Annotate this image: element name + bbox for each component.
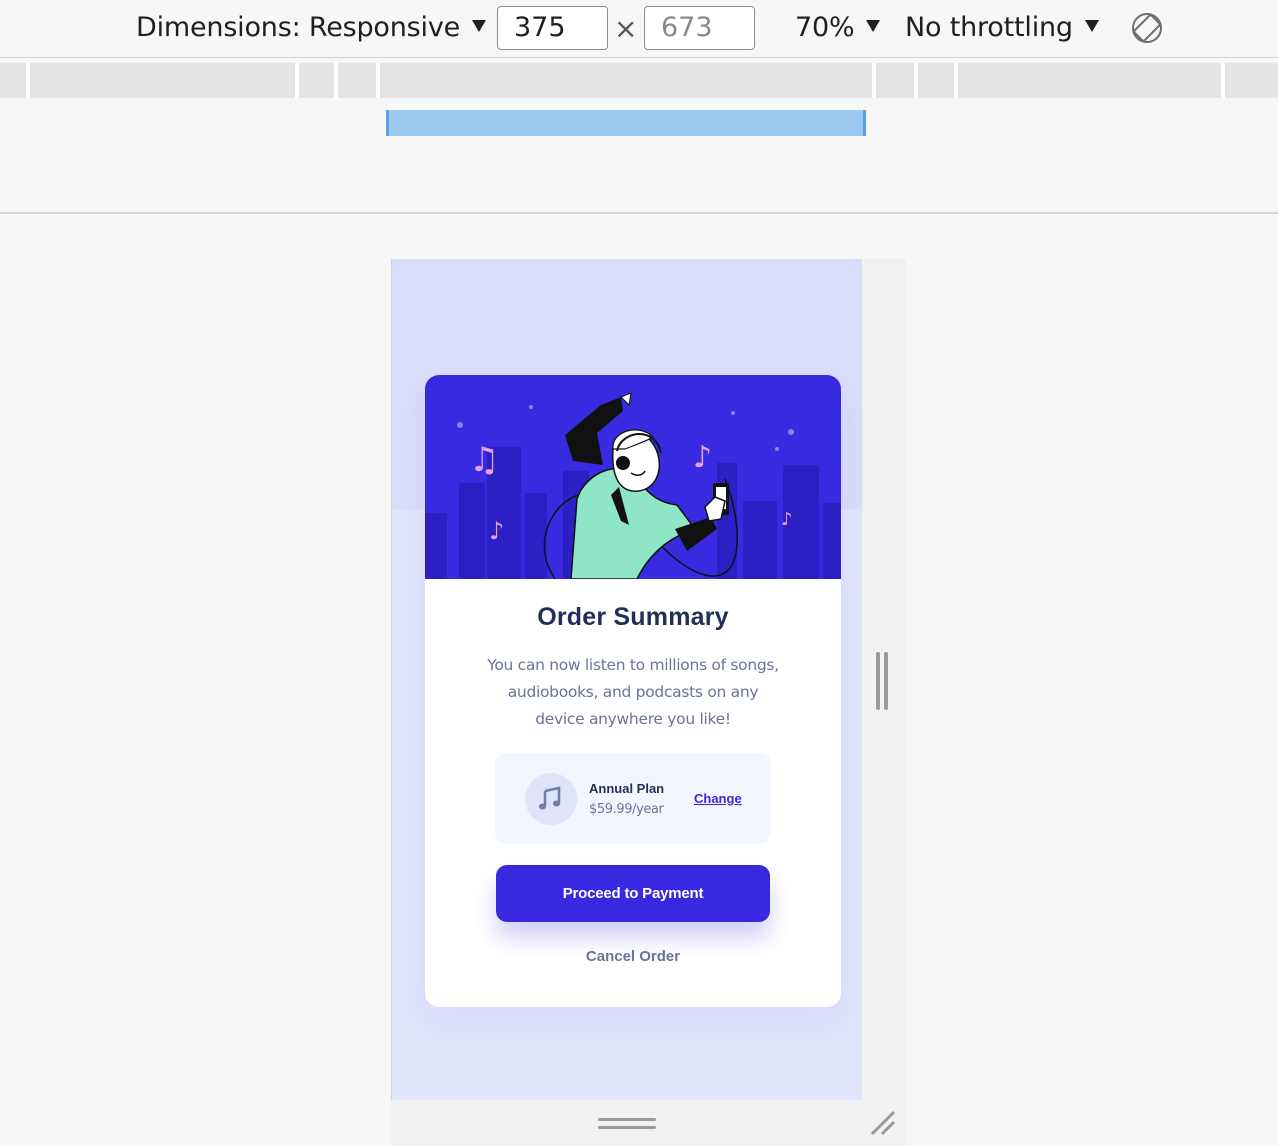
card-description: You can now listen to millions of songs,… (487, 656, 779, 728)
resize-handle-corner[interactable] (868, 1108, 898, 1138)
rotate-icon[interactable] (1131, 12, 1163, 44)
change-plan-link[interactable]: Change (694, 791, 742, 806)
height-input[interactable]: 673 (644, 6, 755, 50)
hero-illustration: ♫ ♪ ♪ ♪ (425, 375, 841, 579)
cancel-order-button[interactable]: Cancel Order (425, 948, 841, 965)
throttling-label: No throttling (905, 12, 1073, 43)
dimensions-dropdown[interactable]: Dimensions: Responsive (136, 12, 487, 43)
media-query-divider (334, 63, 338, 98)
width-input[interactable]: 375 (497, 6, 608, 50)
media-query-divider (376, 63, 380, 98)
proceed-to-payment-button[interactable]: Proceed to Payment (496, 865, 770, 922)
svg-text:♪: ♪ (489, 517, 504, 545)
media-query-divider (914, 63, 918, 98)
dimensions-label: Dimensions: Responsive (136, 12, 461, 43)
media-query-divider (1221, 63, 1225, 98)
plan-name: Annual Plan (589, 781, 665, 796)
ruler-highlight (386, 110, 866, 136)
zoom-label: 70% (795, 12, 855, 43)
svg-text:♪: ♪ (693, 440, 712, 475)
media-query-divider (954, 63, 958, 98)
resize-handle-bottom[interactable] (598, 1118, 658, 1132)
media-query-divider (295, 63, 299, 98)
ruler (0, 98, 1278, 214)
svg-text:♪: ♪ (781, 509, 793, 530)
plan-price: $59.99/year (589, 802, 664, 817)
caret-down-icon (866, 20, 881, 32)
media-query-bar[interactable] (0, 63, 1278, 98)
svg-text:♫: ♫ (469, 440, 499, 480)
devtools-toolbar: Dimensions: Responsive 375 × 673 70% No … (0, 0, 1278, 58)
card-title: Order Summary (537, 603, 729, 631)
media-query-divider (26, 63, 30, 98)
order-summary-card: ♫ ♪ ♪ ♪ Order Summary You can now listen… (425, 375, 841, 1007)
throttling-dropdown[interactable]: No throttling (905, 12, 1099, 43)
caret-down-icon (1084, 20, 1099, 32)
music-note-icon (525, 773, 577, 825)
times-sign: × (614, 12, 638, 45)
plan-box: Annual Plan $59.99/year Change (495, 753, 771, 844)
zoom-dropdown[interactable]: 70% (795, 12, 881, 43)
resize-handle-right[interactable] (876, 652, 890, 710)
caret-down-icon (472, 20, 487, 32)
media-query-divider (872, 63, 876, 98)
